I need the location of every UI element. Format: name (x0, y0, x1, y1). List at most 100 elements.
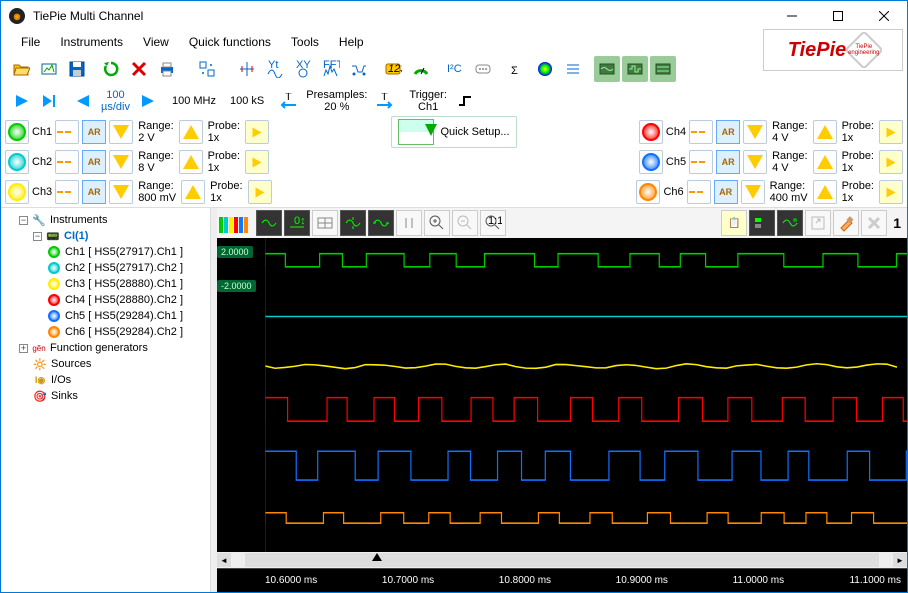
range-up-button[interactable] (181, 180, 205, 204)
note-icon[interactable]: 📋 (721, 210, 747, 236)
range-up-button[interactable] (179, 120, 203, 144)
probe-button[interactable] (879, 150, 903, 174)
channel-enable-ch6[interactable] (636, 180, 660, 204)
serial-icon[interactable] (470, 56, 496, 82)
range-value[interactable]: Range:4 V (770, 150, 809, 174)
close-button[interactable] (861, 1, 907, 31)
scope-ref-icon[interactable] (777, 210, 803, 236)
probe-button[interactable] (248, 180, 272, 204)
cursor-icon[interactable] (234, 56, 260, 82)
autorange-button[interactable]: AR (82, 150, 106, 174)
range-up-button[interactable] (813, 120, 837, 144)
tree-ci[interactable]: CI(1) (64, 230, 88, 242)
scope-grid-icon[interactable] (312, 210, 338, 236)
samplerate-value[interactable]: 100 MHz (168, 95, 220, 107)
range-down-button[interactable] (741, 180, 765, 204)
screenshot-icon[interactable] (36, 56, 62, 82)
coupling-button[interactable] (55, 120, 79, 144)
menu-help[interactable]: Help (329, 33, 374, 51)
expand-icon[interactable]: − (33, 232, 42, 241)
channel-enable-ch4[interactable] (639, 120, 663, 144)
maximize-button[interactable] (815, 1, 861, 31)
probe-value[interactable]: Probe:1x (206, 150, 242, 174)
coupling-button[interactable] (689, 120, 713, 144)
coupling-button[interactable] (687, 180, 711, 204)
scope-yfit-icon[interactable] (340, 210, 366, 236)
trigger-edge-icon[interactable] (452, 88, 478, 114)
range-down-button[interactable] (109, 180, 133, 204)
presample-right-icon[interactable]: T (372, 88, 398, 114)
save-icon[interactable] (64, 56, 90, 82)
tree-fgen[interactable]: Function generators (50, 342, 148, 354)
timebase-slower-icon[interactable] (70, 88, 96, 114)
scope-export-icon[interactable] (805, 210, 831, 236)
fft-icon[interactable]: FFT (318, 56, 344, 82)
minimize-button[interactable] (769, 1, 815, 31)
i2c-icon[interactable]: I²C (442, 56, 468, 82)
timebase-value[interactable]: 100 µs/div (97, 89, 134, 113)
coupling-button[interactable] (689, 150, 713, 174)
probe-value[interactable]: Probe:1x (840, 180, 876, 204)
tree-channel-item[interactable]: Ch3 [ HS5(28880).Ch1 ] (47, 276, 206, 292)
probe-value[interactable]: Probe:1x (840, 150, 876, 174)
scope-plot[interactable]: 2.0000 -2.0000 (217, 238, 907, 552)
range-value[interactable]: Range:400 mV (768, 180, 810, 204)
zoom-reset-icon[interactable]: 1:1 (480, 210, 506, 236)
range-value[interactable]: Range:2 V (136, 120, 175, 144)
range-value[interactable]: Range:4 V (770, 120, 809, 144)
channel-enable-ch2[interactable] (5, 150, 29, 174)
tree-sinks[interactable]: Sinks (51, 390, 78, 402)
clear-icon[interactable] (833, 210, 859, 236)
scope2-icon[interactable] (622, 56, 648, 82)
print-icon[interactable] (154, 56, 180, 82)
range-value[interactable]: Range:800 mV (136, 180, 178, 204)
tree-channel-item[interactable]: Ch4 [ HS5(28880).Ch2 ] (47, 292, 206, 308)
channel-enable-ch5[interactable] (639, 150, 663, 174)
probe-value[interactable]: Probe:1x (208, 180, 244, 204)
tree-instruments[interactable]: Instruments (50, 214, 107, 226)
quick-setup-button[interactable]: Quick Setup... (391, 116, 516, 148)
play-once-icon[interactable] (36, 88, 62, 114)
probe-value[interactable]: Probe:1x (840, 120, 876, 144)
expand-icon[interactable]: + (19, 344, 28, 353)
autorange-button[interactable]: AR (716, 150, 740, 174)
scope1-icon[interactable] (594, 56, 620, 82)
range-down-button[interactable] (743, 150, 767, 174)
range-down-button[interactable] (109, 120, 133, 144)
trigger-label[interactable]: Trigger:Ch1 (405, 89, 451, 113)
scope-wave-icon[interactable] (256, 210, 282, 236)
expand-icon[interactable]: − (19, 216, 28, 225)
yt-mode-icon[interactable]: Yt (262, 56, 288, 82)
delete-icon[interactable] (126, 56, 152, 82)
color-icon[interactable] (532, 56, 558, 82)
open-icon[interactable] (8, 56, 34, 82)
meter-icon[interactable]: 123 (380, 56, 406, 82)
object-tree[interactable]: −🔧Instruments −📟CI(1) Ch1 [ HS5(27917).C… (1, 208, 211, 592)
list-icon[interactable] (560, 56, 586, 82)
recordlength-value[interactable]: 100 kS (226, 95, 268, 107)
gauge-icon[interactable] (408, 56, 434, 82)
menu-tools[interactable]: Tools (281, 33, 329, 51)
tree-channel-item[interactable]: Ch1 [ HS5(27917).Ch1 ] (47, 244, 206, 260)
xy-mode-icon[interactable]: XY (290, 56, 316, 82)
scope-zero-icon[interactable]: 0↕ (284, 210, 310, 236)
menu-file[interactable]: File (11, 33, 50, 51)
autorange-button[interactable]: AR (82, 120, 106, 144)
channel-color-bar[interactable] (219, 213, 248, 233)
presamples-label[interactable]: Presamples:20 % (302, 89, 371, 113)
probe-button[interactable] (245, 150, 269, 174)
play-icon[interactable] (8, 88, 34, 114)
scope-cursor-icon[interactable] (396, 210, 422, 236)
zoom-out-icon[interactable] (452, 210, 478, 236)
tree-ios[interactable]: I/Os (51, 374, 71, 386)
protocol-icon[interactable] (346, 56, 372, 82)
close-scope-icon[interactable] (861, 210, 887, 236)
zoom-in-icon[interactable] (424, 210, 450, 236)
coupling-button[interactable] (55, 150, 79, 174)
channel-enable-ch1[interactable] (5, 120, 29, 144)
tree-channel-item[interactable]: Ch6 [ HS5(29284).Ch2 ] (47, 324, 206, 340)
presample-left-icon[interactable]: T (275, 88, 301, 114)
menu-view[interactable]: View (133, 33, 179, 51)
tree-channel-item[interactable]: Ch5 [ HS5(29284).Ch1 ] (47, 308, 206, 324)
refresh-icon[interactable] (98, 56, 124, 82)
